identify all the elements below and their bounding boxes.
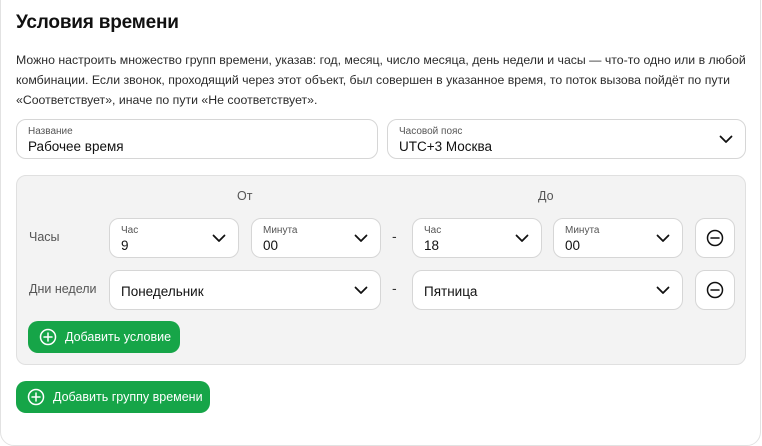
add-condition-label: Добавить условие — [65, 330, 172, 344]
time-group: От До Часы Час 9 Минута 00 - Час 18 Мину… — [16, 175, 746, 365]
chevron-down-icon — [354, 286, 368, 295]
hours-row-label: Часы — [29, 230, 60, 244]
to-day-select[interactable]: Пятница — [412, 270, 683, 310]
from-hour-select[interactable]: Час 9 — [109, 218, 239, 258]
add-time-group-button[interactable]: Добавить группу времени — [16, 381, 210, 413]
to-hour-label: Час — [424, 225, 442, 236]
description-text: Можно настроить множество групп времени,… — [16, 53, 746, 107]
chevron-down-icon — [656, 234, 670, 243]
from-minute-value: 00 — [263, 238, 279, 253]
weekdays-row-label: Дни недели — [29, 282, 97, 296]
chevron-down-icon — [719, 135, 733, 144]
plus-circle-icon — [27, 388, 45, 406]
timezone-select-value: UTC+3 Москва — [399, 139, 492, 154]
to-minute-label: Минута — [565, 225, 600, 236]
from-minute-select[interactable]: Минута 00 — [251, 218, 381, 258]
to-hour-select[interactable]: Час 18 — [412, 218, 542, 258]
name-field[interactable]: Название Рабочее время — [16, 119, 378, 159]
remove-weekdays-button[interactable] — [695, 270, 735, 310]
to-day-value: Пятница — [424, 284, 478, 299]
from-hour-label: Час — [121, 225, 139, 236]
plus-circle-icon — [39, 328, 57, 346]
from-day-select[interactable]: Понедельник — [109, 270, 381, 310]
chevron-down-icon — [212, 234, 226, 243]
remove-hours-button[interactable] — [695, 218, 735, 258]
minus-circle-icon — [706, 229, 724, 247]
page-title: Условия времени — [16, 12, 179, 33]
chevron-down-icon — [354, 234, 368, 243]
from-minute-label: Минута — [263, 225, 298, 236]
from-column-header: От — [237, 189, 253, 203]
to-minute-select[interactable]: Минута 00 — [553, 218, 683, 258]
chevron-down-icon — [656, 286, 670, 295]
name-field-value[interactable]: Рабочее время — [28, 139, 124, 154]
range-dash: - — [392, 280, 397, 296]
to-column-header: До — [538, 189, 554, 203]
to-hour-value: 18 — [424, 238, 440, 253]
to-minute-value: 00 — [565, 238, 581, 253]
range-dash: - — [392, 228, 397, 244]
timezone-select-label: Часовой пояс — [399, 126, 463, 137]
add-time-group-label: Добавить группу времени — [53, 390, 203, 404]
from-day-value: Понедельник — [121, 284, 204, 299]
name-field-label: Название — [28, 126, 73, 137]
timezone-select[interactable]: Часовой пояс UTC+3 Москва — [387, 119, 746, 159]
minus-circle-icon — [706, 281, 724, 299]
add-condition-button[interactable]: Добавить условие — [28, 321, 180, 353]
chevron-down-icon — [515, 234, 529, 243]
from-hour-value: 9 — [121, 238, 129, 253]
